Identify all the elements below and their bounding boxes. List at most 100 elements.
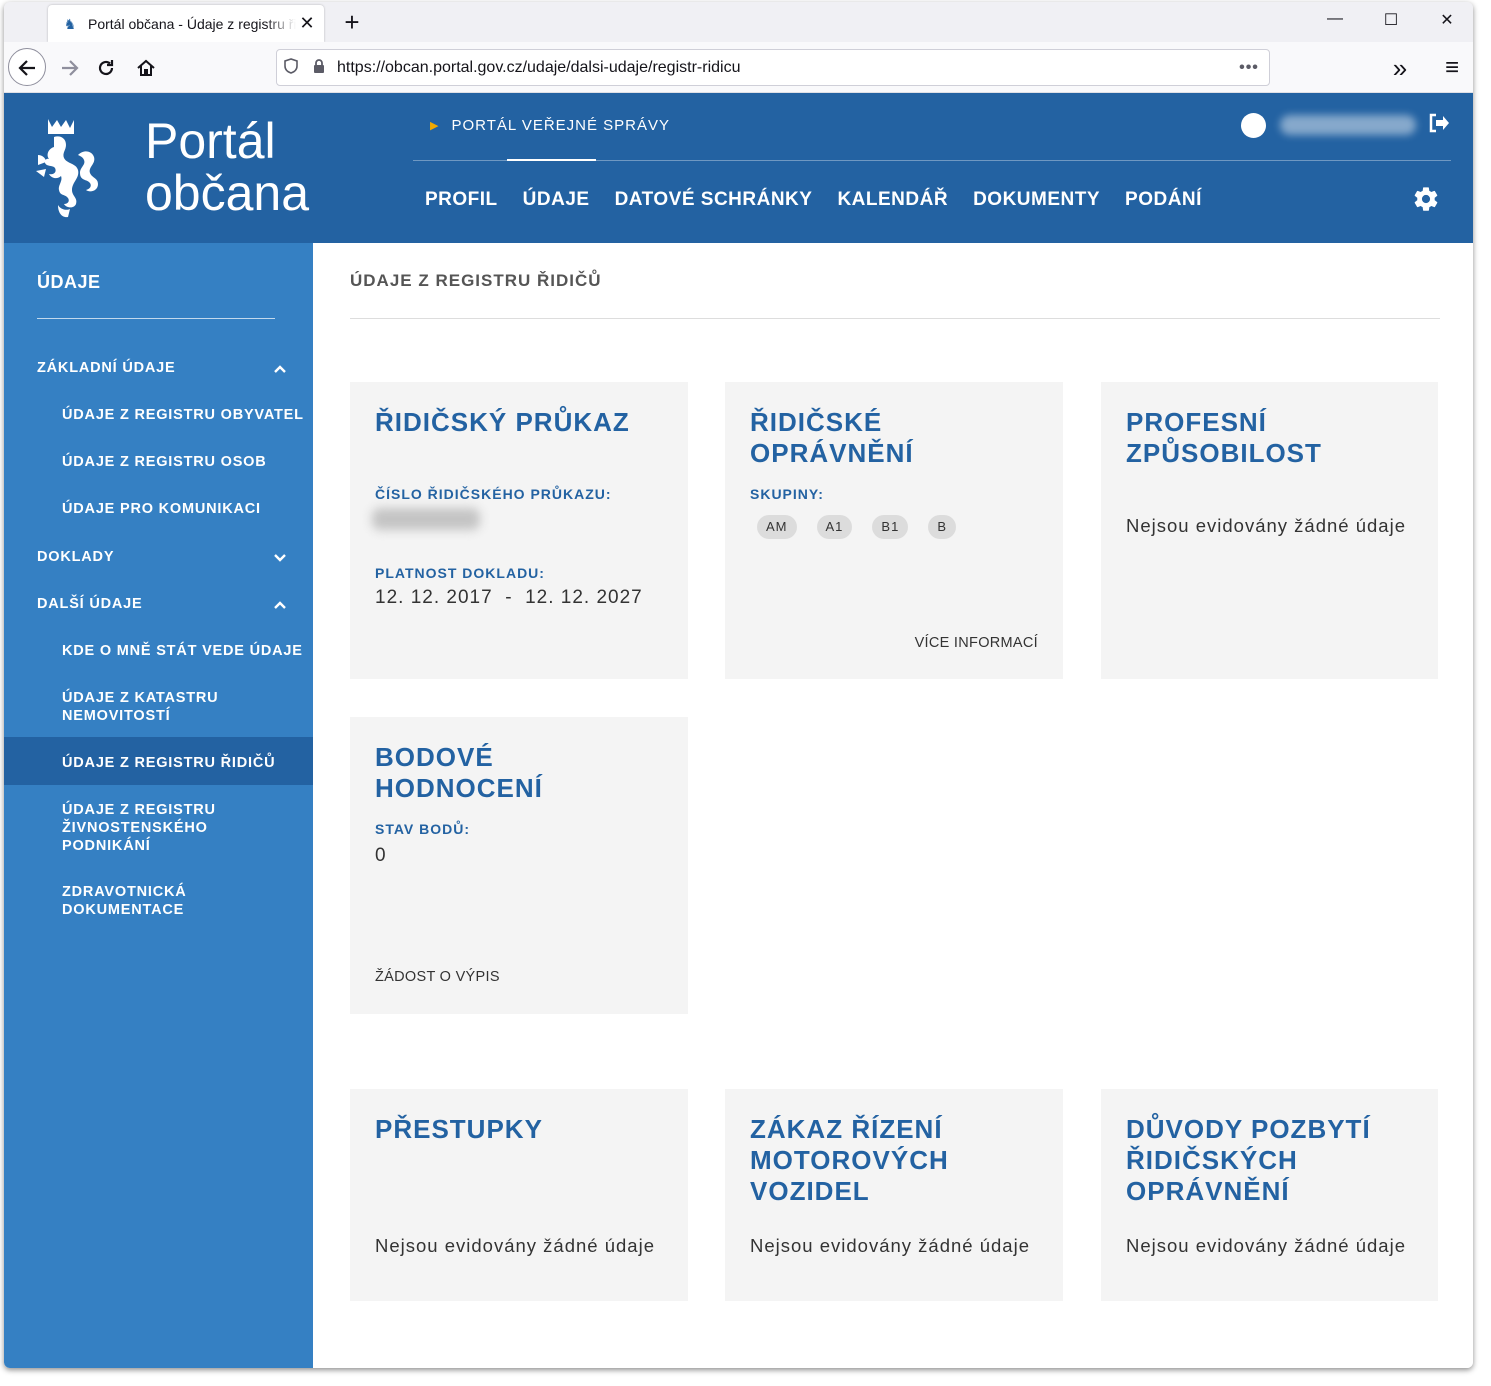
- window-close-button[interactable]: ✕: [1432, 10, 1462, 30]
- chevron-up-icon[interactable]: [273, 600, 287, 610]
- points-status-value: 0: [375, 845, 387, 866]
- sidebar-item-label: ÚDAJE Z KATASTRU NEMOVITOSTÍ: [62, 690, 219, 724]
- logo-line-2: občana: [145, 165, 310, 221]
- nav-datove-schranky[interactable]: DATOVÉ SCHRÁNKY: [615, 189, 813, 211]
- arrow-left-icon: [18, 60, 35, 76]
- sidebar-item-label: ÚDAJE Z REGISTRU ŽIVNOSTENSKÉHO PODNIKÁN…: [62, 802, 216, 854]
- chevron-up-icon[interactable]: [273, 364, 287, 374]
- empty-message: Nejsou evidovány žádné údaje: [1126, 515, 1406, 536]
- site-logo-text[interactable]: Portál občana: [145, 115, 309, 219]
- sidebar-item-label: ÚDAJE PRO KOMUNIKACI: [62, 501, 261, 517]
- logo-line-1: Portál: [145, 113, 276, 169]
- portal-verejne-spravy-link[interactable]: ▶ PORTÁL VEŘEJNÉ SPRÁVY: [430, 117, 670, 134]
- forward-button[interactable]: [54, 52, 86, 84]
- card-duvody-pozbyti: DŮVODY POZBYTÍ ŘIDIČSKÝCH OPRÁVNĚNÍ Nejs…: [1101, 1089, 1438, 1301]
- reload-icon: [98, 60, 114, 76]
- title-divider: [350, 318, 1440, 319]
- tab-title: Portál občana - Údaje z registru řidičů: [88, 15, 296, 32]
- sidebar-item-label: ÚDAJE Z REGISTRU OSOB: [62, 454, 267, 470]
- sidebar-item-zdravotnicka-dokumentace[interactable]: ZDRAVOTNICKÁ DOKUMENTACE: [4, 883, 234, 919]
- main-navigation: PROFIL ÚDAJE DATOVÉ SCHRÁNKY KALENDÁŘ DO…: [425, 189, 1227, 211]
- arrow-right-icon: [62, 60, 79, 76]
- sidebar-item-dalsi-udaje[interactable]: DALŠÍ ÚDAJE: [4, 595, 313, 613]
- sidebar-item-katastr-nemovitosti[interactable]: ÚDAJE Z KATASTRU NEMOVITOSTÍ: [4, 689, 264, 725]
- card-title: ZÁKAZ ŘÍZENÍ MOTOROVÝCH VOZIDEL: [750, 1114, 949, 1206]
- reload-button[interactable]: [90, 52, 122, 84]
- sidebar-item-label: ZÁKLADNÍ ÚDAJE: [37, 360, 176, 376]
- triangle-right-icon: ▶: [430, 120, 440, 132]
- sidebar: ÚDAJE ZÁKLADNÍ ÚDAJE ÚDAJE Z REGISTRU OB…: [4, 243, 313, 1368]
- new-tab-button[interactable]: +: [338, 8, 366, 36]
- page: Portál občana ▶ PORTÁL VEŘEJNÉ SPRÁVY PR…: [4, 93, 1473, 1368]
- sidebar-divider: [37, 318, 275, 319]
- shield-icon[interactable]: [277, 57, 305, 78]
- user-name-blurred[interactable]: [1280, 115, 1416, 135]
- card-title: BODOVÉ HODNOCENÍ: [375, 742, 543, 803]
- page-actions-icon[interactable]: •••: [1229, 59, 1269, 77]
- sidebar-item-zivnostenske-podnikani[interactable]: ÚDAJE Z REGISTRU ŽIVNOSTENSKÉHO PODNIKÁN…: [4, 801, 234, 855]
- card-ridicsky-prukaz: ŘIDIČSKÝ PRŮKAZ ČÍSLO ŘIDIČSKÉHO PRŮKAZU…: [350, 382, 688, 679]
- card-bodove-hodnoceni: BODOVÉ HODNOCENÍ STAV BODŮ: 0 ŽÁDOST O V…: [350, 717, 688, 1014]
- card-title: PROFESNÍ ZPŮSOBILOST: [1126, 407, 1322, 468]
- nav-udaje[interactable]: ÚDAJE: [523, 189, 590, 211]
- more-info-link[interactable]: VÍCE INFORMACÍ: [915, 635, 1038, 651]
- points-status-label: STAV BODŮ:: [375, 821, 471, 837]
- card-profesni-zpusobilost: PROFESNÍ ZPŮSOBILOST Nejsou evidovány žá…: [1101, 382, 1438, 679]
- user-avatar[interactable]: [1241, 113, 1266, 138]
- sidebar-item-label: DALŠÍ ÚDAJE: [37, 596, 143, 612]
- license-number-blurred: [372, 508, 480, 530]
- groups-label: SKUPINY:: [750, 486, 824, 502]
- nav-dokumenty[interactable]: DOKUMENTY: [973, 189, 1100, 211]
- nav-profil[interactable]: PROFIL: [425, 189, 498, 211]
- czech-lion-logo-icon[interactable]: [24, 115, 106, 223]
- sidebar-title[interactable]: ÚDAJE: [37, 272, 101, 293]
- maximize-button[interactable]: ☐: [1376, 10, 1406, 30]
- sidebar-item-registr-ridicu[interactable]: ÚDAJE Z REGISTRU ŘIDIČŮ: [4, 754, 313, 772]
- card-title: PŘESTUPKY: [375, 1114, 543, 1144]
- sidebar-item-doklady[interactable]: DOKLADY: [4, 548, 313, 566]
- sidebar-item-label: DOKLADY: [37, 549, 115, 565]
- address-bar[interactable]: https://obcan.portal.gov.cz/udaje/dalsi-…: [276, 49, 1270, 86]
- sidebar-item-registr-obyvatel[interactable]: ÚDAJE Z REGISTRU OBYVATEL: [4, 406, 313, 424]
- page-title: ÚDAJE Z REGISTRU ŘIDIČŮ: [350, 271, 602, 290]
- empty-message: Nejsou evidovány žádné údaje: [1126, 1235, 1406, 1256]
- overflow-menu-icon[interactable]: »: [1384, 52, 1416, 84]
- tab-bar: ♞ Portál občana - Údaje z registru řidič…: [4, 2, 1473, 42]
- navigation-toolbar: https://obcan.portal.gov.cz/udaje/dalsi-…: [4, 42, 1473, 93]
- card-title: ŘIDIČSKÉ OPRÁVNĚNÍ: [750, 407, 914, 468]
- request-extract-link[interactable]: ŽÁDOST O VÝPIS: [375, 969, 500, 985]
- card-zakaz-rizeni: ZÁKAZ ŘÍZENÍ MOTOROVÝCH VOZIDEL Nejsou e…: [725, 1089, 1063, 1301]
- sidebar-item-label: ÚDAJE Z REGISTRU OBYVATEL: [62, 407, 304, 423]
- home-button[interactable]: [130, 52, 162, 84]
- sidebar-item-label: ZDRAVOTNICKÁ DOKUMENTACE: [62, 884, 187, 918]
- back-button[interactable]: [8, 48, 46, 86]
- sidebar-item-registr-osob[interactable]: ÚDAJE Z REGISTRU OSOB: [4, 453, 313, 471]
- logout-icon[interactable]: [1428, 113, 1450, 139]
- sidebar-item-kde-o-mne-stat-vede-udaje[interactable]: KDE O MNĚ STÁT VEDE ÚDAJE: [4, 642, 313, 660]
- nav-podani[interactable]: PODÁNÍ: [1125, 189, 1202, 211]
- browser-window: ♞ Portál občana - Údaje z registru řidič…: [4, 2, 1473, 1368]
- card-title: DŮVODY POZBYTÍ ŘIDIČSKÝCH OPRÁVNĚNÍ: [1126, 1114, 1371, 1206]
- close-tab-icon[interactable]: ✕: [296, 13, 318, 34]
- portal-link-label: PORTÁL VEŘEJNÉ SPRÁVY: [451, 117, 671, 134]
- minimize-button[interactable]: —: [1320, 10, 1350, 28]
- gear-icon[interactable]: [1412, 185, 1440, 213]
- nav-kalendar[interactable]: KALENDÁŘ: [837, 189, 948, 211]
- validity-value: 12. 12. 2017 - 12. 12. 2027: [375, 587, 643, 608]
- sidebar-item-udaje-pro-komunikaci[interactable]: ÚDAJE PRO KOMUNIKACI: [4, 500, 313, 518]
- validity-label: PLATNOST DOKLADU:: [375, 565, 545, 581]
- groups-list: AM A1 B1 B: [757, 515, 976, 539]
- sidebar-item-zakladni-udaje[interactable]: ZÁKLADNÍ ÚDAJE: [4, 359, 313, 377]
- chevron-down-icon[interactable]: [273, 553, 287, 563]
- home-icon: [137, 59, 155, 76]
- license-number-label: ČÍSLO ŘIDIČSKÉHO PRŮKAZU:: [375, 486, 612, 502]
- lock-icon[interactable]: [305, 58, 333, 78]
- portal-link-underline: [507, 159, 596, 161]
- card-prestupky: PŘESTUPKY Nejsou evidovány žádné údaje: [350, 1089, 688, 1301]
- url-text[interactable]: https://obcan.portal.gov.cz/udaje/dalsi-…: [333, 59, 1229, 77]
- card-title: ŘIDIČSKÝ PRŮKAZ: [375, 407, 630, 437]
- empty-message: Nejsou evidovány žádné údaje: [750, 1235, 1030, 1256]
- browser-tab[interactable]: ♞ Portál občana - Údaje z registru řidič…: [48, 5, 324, 42]
- group-chip: AM: [757, 515, 797, 539]
- hamburger-menu-icon[interactable]: ≡: [1436, 52, 1468, 84]
